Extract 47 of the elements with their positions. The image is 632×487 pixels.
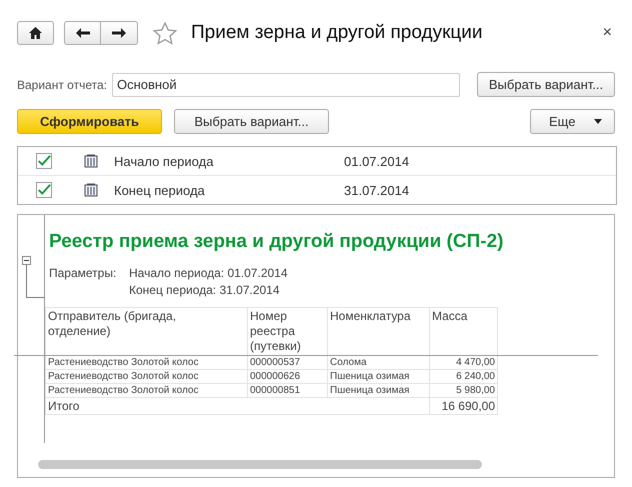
star-icon[interactable] [153, 22, 177, 44]
table-cell: Растениеводство Золотой колос [46, 370, 248, 384]
variant-field[interactable]: Основной [112, 72, 460, 96]
back-button[interactable] [64, 21, 101, 45]
choose-variant-button[interactable]: Выбрать вариант... [477, 72, 615, 97]
tree-bracket-line [26, 265, 45, 298]
setting-label: Конец периода [114, 182, 206, 198]
table-cell: Растениеводство Золотой колос [46, 356, 248, 370]
forward-button[interactable] [101, 21, 138, 45]
column-header: Номер реестра (путевки) [248, 308, 328, 356]
horizontal-scrollbar[interactable] [38, 460, 482, 469]
choose-variant-button[interactable]: Выбрать вариант... [174, 109, 329, 134]
collapse-icon[interactable] [22, 256, 31, 265]
table-cell: 5 980,00 [430, 384, 498, 398]
parameters-label: Параметры: [49, 266, 118, 282]
parameter-text: Начало периода: 01.07.2014 [129, 266, 288, 280]
arrow-right-icon [112, 28, 126, 38]
total-value: 16 690,00 [430, 398, 498, 414]
window-title: Прием зерна и другой продукции [191, 22, 483, 44]
more-button[interactable]: Еще [530, 109, 615, 134]
table-cell: 000000537 [248, 356, 328, 370]
parameter-text: Конец периода: 31.07.2014 [129, 283, 281, 297]
table-cell: 000000851 [248, 384, 328, 398]
column-header: Масса [430, 308, 498, 356]
home-icon [29, 27, 42, 39]
table-cell: 6 240,00 [430, 370, 498, 384]
close-button[interactable]: × [602, 24, 612, 42]
generate-button[interactable]: Сформировать [17, 109, 162, 134]
table-cell: Пшеница озимая [328, 384, 430, 398]
caret-icon [594, 119, 602, 124]
column-header: Отправитель (бригада, отделение) [46, 308, 248, 356]
table-cell: 4 470,00 [430, 356, 498, 370]
checkbox[interactable] [36, 153, 52, 169]
table-cell: 000000626 [248, 370, 328, 384]
home-button[interactable] [17, 21, 54, 45]
setting-label: Начало периода [114, 154, 214, 168]
setting-value[interactable]: 31.07.2014 [344, 182, 410, 198]
column-header: Номенклатура [328, 308, 430, 356]
table-cell: Пшеница озимая [328, 370, 430, 384]
variant-label: Вариант отчета: [17, 78, 107, 92]
setting-value[interactable]: 01.07.2014 [344, 154, 410, 168]
arrow-left-icon [76, 28, 90, 38]
checkbox[interactable] [36, 182, 52, 198]
total-label: Итого [46, 398, 430, 414]
table-cell: Растениеводство Золотой колос [46, 384, 248, 398]
report-title: Реестр приема зерна и другой продукции (СП-2) [49, 231, 504, 253]
table-cell: Солома [328, 356, 430, 370]
